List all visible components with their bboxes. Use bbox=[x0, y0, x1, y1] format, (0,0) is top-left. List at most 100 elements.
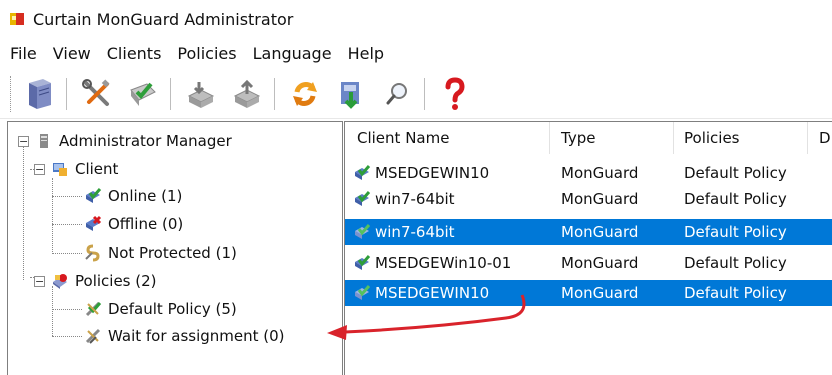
menu-help[interactable]: Help bbox=[340, 44, 392, 63]
tree-connector bbox=[52, 178, 53, 254]
offline-client-icon bbox=[84, 215, 102, 233]
table-row[interactable]: MSEDGEWIN10 MonGuard Default Policy bbox=[345, 160, 832, 186]
menu-clients[interactable]: Clients bbox=[99, 44, 170, 63]
policy-cell: Default Policy bbox=[684, 164, 787, 182]
tree-label: Client bbox=[75, 160, 119, 178]
tree-label: Default Policy (5) bbox=[108, 300, 237, 318]
type-cell: MonGuard bbox=[561, 190, 639, 208]
export-icon bbox=[187, 82, 215, 108]
tree-connector bbox=[23, 144, 24, 280]
toolbar-separator bbox=[170, 78, 171, 110]
toolbar-separator bbox=[66, 78, 67, 110]
toolbar-separator bbox=[424, 78, 425, 110]
client-name-cell: MSEDGEWIN10 bbox=[353, 160, 489, 186]
menu-policies[interactable]: Policies bbox=[169, 44, 244, 63]
protected-client-icon bbox=[353, 164, 371, 182]
collapse-toggle[interactable]: − bbox=[34, 275, 45, 287]
client-name-cell: MSEDGEWin10-01 bbox=[353, 250, 511, 276]
client-name-cell: win7-64bit bbox=[353, 186, 455, 212]
tree-label: Policies (2) bbox=[75, 272, 157, 290]
client-name: MSEDGEWin10-01 bbox=[375, 254, 512, 272]
tree-label: Offline (0) bbox=[108, 215, 184, 233]
refresh-button[interactable] bbox=[286, 75, 324, 113]
tree-connector bbox=[52, 224, 82, 225]
import-button[interactable] bbox=[228, 75, 266, 113]
protected-client-icon bbox=[353, 223, 371, 241]
table-row-selected[interactable]: win7-64bit MonGuard Default Policy bbox=[345, 219, 832, 245]
policy-cell: Default Policy bbox=[684, 223, 787, 241]
column-divider[interactable] bbox=[549, 122, 550, 154]
collapse-toggle[interactable]: − bbox=[18, 135, 29, 147]
client-name: win7-64bit bbox=[375, 190, 455, 208]
tree-item-offline[interactable]: Offline (0) bbox=[84, 211, 183, 237]
client-name: MSEDGEWIN10 bbox=[375, 164, 490, 182]
tree-label: Administrator Manager bbox=[59, 132, 232, 150]
title-bar: Curtain MonGuard Administrator bbox=[0, 0, 832, 38]
toolbar bbox=[0, 70, 832, 119]
protected-client-icon bbox=[353, 190, 371, 208]
menu-bar: File View Clients Policies Language Help bbox=[0, 40, 392, 66]
export-button[interactable] bbox=[182, 75, 220, 113]
table-row-selected[interactable]: MSEDGEWIN10 MonGuard Default Policy bbox=[345, 280, 832, 306]
online-client-icon bbox=[84, 187, 102, 205]
column-header-type[interactable]: Type bbox=[561, 122, 595, 154]
column-divider[interactable] bbox=[807, 122, 808, 154]
window-title: Curtain MonGuard Administrator bbox=[33, 9, 294, 29]
help-button[interactable] bbox=[436, 75, 474, 113]
policies-icon bbox=[51, 272, 69, 290]
policy-cell: Default Policy bbox=[684, 284, 787, 302]
type-cell: MonGuard bbox=[561, 254, 639, 272]
tree-item-online[interactable]: Online (1) bbox=[84, 183, 182, 209]
column-header-client-name[interactable]: Client Name bbox=[357, 122, 449, 154]
policy-cell: Default Policy bbox=[684, 190, 787, 208]
refresh-icon bbox=[293, 82, 317, 106]
app-logo-icon bbox=[9, 11, 25, 27]
tree-label: Not Protected (1) bbox=[108, 244, 237, 262]
download-button[interactable] bbox=[332, 75, 370, 113]
client-group-icon bbox=[51, 160, 69, 178]
client-name: MSEDGEWIN10 bbox=[375, 284, 490, 302]
tools-icon bbox=[82, 79, 110, 106]
install-icon bbox=[130, 82, 156, 106]
tree-label: Online (1) bbox=[108, 187, 183, 205]
toolbar-separator bbox=[274, 78, 275, 110]
default-policy-icon bbox=[84, 300, 102, 318]
client-name: win7-64bit bbox=[375, 223, 455, 241]
tree-item-policies[interactable]: − Policies (2) bbox=[34, 268, 157, 294]
client-name-cell: MSEDGEWIN10 bbox=[353, 280, 489, 306]
server-icon bbox=[29, 79, 51, 109]
column-header-policies[interactable]: Policies bbox=[684, 122, 739, 154]
policy-cell: Default Policy bbox=[684, 254, 787, 272]
menu-language[interactable]: Language bbox=[245, 44, 340, 63]
help-icon bbox=[445, 77, 465, 110]
menu-file[interactable]: File bbox=[0, 44, 45, 63]
toolbar-grip bbox=[10, 76, 14, 112]
tree-item-not-protected[interactable]: Not Protected (1) bbox=[84, 240, 237, 266]
server-button[interactable] bbox=[20, 75, 58, 113]
tree-item-wait-for-assignment[interactable]: Wait for assignment (0) bbox=[84, 323, 285, 349]
collapse-toggle[interactable]: − bbox=[34, 163, 45, 175]
table-row[interactable]: MSEDGEWin10-01 MonGuard Default Policy bbox=[345, 250, 832, 276]
column-header-d[interactable]: D bbox=[819, 122, 831, 154]
type-cell: MonGuard bbox=[561, 164, 639, 182]
tools-button[interactable] bbox=[78, 75, 116, 113]
client-name-cell: win7-64bit bbox=[353, 219, 455, 245]
tree-connector bbox=[52, 336, 82, 337]
type-cell: MonGuard bbox=[561, 284, 639, 302]
column-divider[interactable] bbox=[673, 122, 674, 154]
search-icon bbox=[386, 83, 407, 105]
tree-connector bbox=[52, 253, 82, 254]
menu-view[interactable]: View bbox=[45, 44, 99, 63]
client-list-panel: Client Name Type Policies D MSEDGEWIN10 … bbox=[344, 121, 832, 375]
tree-item-administrator-manager[interactable]: − Administrator Manager bbox=[18, 128, 232, 154]
table-row[interactable]: win7-64bit MonGuard Default Policy bbox=[345, 186, 832, 212]
download-icon bbox=[341, 82, 359, 109]
import-icon bbox=[233, 79, 261, 108]
protected-client-icon bbox=[353, 284, 371, 302]
install-client-button[interactable] bbox=[124, 75, 162, 113]
admin-server-icon bbox=[35, 132, 53, 150]
tree-item-default-policy[interactable]: Default Policy (5) bbox=[84, 296, 237, 322]
tree-item-client[interactable]: − Client bbox=[34, 156, 118, 182]
tree-label: Wait for assignment (0) bbox=[108, 327, 285, 345]
search-button[interactable] bbox=[378, 75, 416, 113]
